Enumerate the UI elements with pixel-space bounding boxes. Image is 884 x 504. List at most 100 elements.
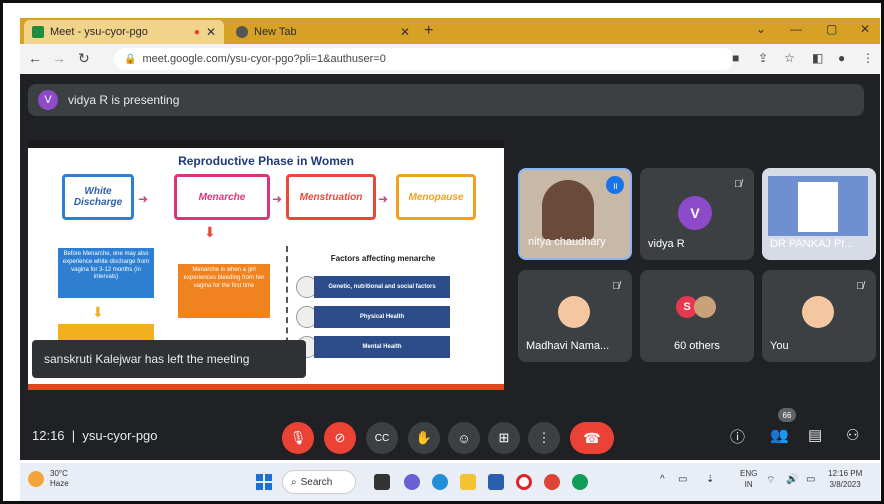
thumbnail-page <box>798 182 838 232</box>
edge-icon[interactable] <box>432 474 448 490</box>
mic-off-icon: 🎙̸ <box>856 280 864 292</box>
participant-name: nitya chaudhary <box>528 236 606 248</box>
participant-count-badge: 66 <box>778 408 796 422</box>
tab-search-icon[interactable]: ⌄ <box>756 22 766 36</box>
note-menarche: Menarche is when a girl experiences blee… <box>178 264 270 318</box>
participant-name: DR PANKAJ PI... <box>770 238 854 250</box>
present-button[interactable]: ⊞ <box>488 422 520 454</box>
close-tab-icon[interactable]: ✕ <box>400 25 410 39</box>
chat-app-icon[interactable] <box>404 474 420 490</box>
system-clock[interactable]: 12:16 PM 3/8/2023 <box>828 469 862 491</box>
speaking-icon: ॥ <box>606 176 624 194</box>
back-icon[interactable]: ← <box>28 50 42 66</box>
tab-new-tab[interactable]: New Tab ✕ <box>228 20 418 44</box>
keyboard-icon[interactable]: ▭ <box>678 474 687 485</box>
phase-white-discharge: White Discharge <box>62 174 134 220</box>
taskbar-search[interactable]: ⌕ Search <box>282 470 356 494</box>
participant-tile[interactable]: ॥ nitya chaudhary <box>518 168 632 260</box>
side-panel-icon[interactable]: ◧ <box>812 51 823 65</box>
input-language[interactable]: ENG IN <box>740 469 757 491</box>
file-explorer-icon[interactable] <box>460 474 476 490</box>
windows-taskbar: 30°C Haze ⌕ Search ^ ▭ ⇣ ENG IN ⌔ 🔊 ▭ 12:1… <box>20 463 880 501</box>
participant-tile[interactable]: S 60 others <box>640 270 754 362</box>
emoji-button[interactable]: ☺ <box>448 422 480 454</box>
new-tab-button[interactable]: + <box>424 22 433 40</box>
end-call-button[interactable]: ☎ <box>570 422 614 454</box>
opera-icon[interactable] <box>516 474 532 490</box>
volume-icon[interactable]: 🔊 <box>786 474 798 485</box>
reload-icon[interactable]: ↻ <box>78 50 90 67</box>
camera-toggle-button[interactable]: ⊘ <box>324 422 356 454</box>
participant-tile[interactable]: DR PANKAJ PI... <box>762 168 876 260</box>
lock-icon: 🔒 <box>124 53 137 65</box>
tab-title: Meet - ysu-cyor-pgo <box>50 26 148 38</box>
phase-menarche: Menarche <box>174 174 270 220</box>
raise-hand-button[interactable]: ✋ <box>408 422 440 454</box>
phase-menstruation: Menstruation <box>286 174 376 220</box>
camera-icon[interactable]: ■ <box>732 51 739 65</box>
factors-title: Factors affecting menarche <box>330 254 436 263</box>
phase-menopause: Menopause <box>396 174 476 220</box>
left-meeting-toast: sanskruti Kalejwar has left the meeting <box>32 340 306 378</box>
tab-title: New Tab <box>254 26 297 38</box>
participant-tile[interactable]: 🎙̸ You <box>762 270 876 362</box>
search-icon: ⌕ <box>291 476 297 488</box>
recording-dot-icon: ● <box>193 26 200 38</box>
participant-name: vidya R <box>648 238 685 250</box>
weather-temp: 30°C <box>50 469 68 478</box>
chrome-icon <box>236 26 248 38</box>
factor-genetic: Genetic, nutritional and social factors <box>314 276 450 298</box>
battery-icon[interactable]: ▭ <box>806 474 815 485</box>
chrome-icon[interactable] <box>572 474 588 490</box>
people-icon[interactable]: 👥 <box>770 426 789 444</box>
meeting-code: ysu-cyor-pgo <box>82 428 158 443</box>
browser-tab-bar: Meet - ysu-cyor-pgo ● ✕ New Tab ✕ + ⌄ — … <box>20 18 880 44</box>
participant-tile[interactable]: 🎙̸ Madhavi Nama... <box>518 270 632 362</box>
activities-icon[interactable]: ⚇ <box>846 426 859 444</box>
participant-tile[interactable]: 🎙̸ V vidya R <box>640 168 754 260</box>
avatar: V <box>678 196 712 230</box>
network-icon[interactable]: ⌔ <box>766 474 775 487</box>
slide-title: Reproductive Phase in Women <box>178 154 354 168</box>
video-feed <box>542 180 594 240</box>
url-field[interactable]: 🔒 meet.google.com/ysu-cyor-pgo?pli=1&aut… <box>114 48 734 70</box>
meet-window: V vidya R is presenting Reproductive Pha… <box>20 74 880 460</box>
participant-name: Madhavi Nama... <box>526 340 610 352</box>
start-button[interactable] <box>256 474 272 490</box>
forward-icon[interactable]: → <box>52 50 66 66</box>
maximize-icon[interactable]: ▢ <box>826 22 837 36</box>
mic-off-icon: 🎙̸ <box>734 178 742 190</box>
factor-mental: Mental Health <box>314 336 450 358</box>
presenter-avatar: V <box>38 90 58 110</box>
note-before-menarche: Before Menarche, one may also experience… <box>58 248 154 298</box>
more-options-button[interactable]: ⋮ <box>528 422 560 454</box>
sun-icon <box>28 471 44 488</box>
meet-icon <box>32 26 44 38</box>
chrome-icon[interactable] <box>544 474 560 490</box>
usb-icon[interactable]: ⇣ <box>706 474 714 485</box>
search-label: Search <box>300 476 333 488</box>
tab-meet[interactable]: Meet - ysu-cyor-pgo ● ✕ <box>24 20 224 44</box>
minimize-icon[interactable]: — <box>790 22 802 36</box>
presenting-text: vidya R is presenting <box>68 93 180 107</box>
share-icon[interactable]: ⇪ <box>758 51 768 65</box>
chat-icon[interactable]: ▤ <box>808 426 822 444</box>
info-icon[interactable]: ⓘ <box>730 426 745 447</box>
weather-widget[interactable]: 30°C Haze <box>28 469 69 490</box>
menu-kebab-icon[interactable]: ⋮ <box>862 51 874 65</box>
participant-name: You <box>770 340 789 352</box>
close-tab-icon[interactable]: ✕ <box>206 25 216 39</box>
captions-button[interactable]: CC <box>366 422 398 454</box>
factor-physical: Physical Health <box>314 306 450 328</box>
slide-footer-bar <box>28 384 504 390</box>
mic-toggle-button[interactable]: 🎙 <box>282 422 314 454</box>
task-view-icon[interactable] <box>374 474 390 490</box>
avatar <box>558 296 590 328</box>
address-bar-row: ← → ↻ 🔒 meet.google.com/ysu-cyor-pgo?pli… <box>20 44 880 75</box>
window-close-icon[interactable]: ✕ <box>860 22 870 36</box>
store-icon[interactable] <box>488 474 504 490</box>
profile-avatar-icon[interactable]: ● <box>838 51 845 65</box>
slide-header-bar <box>28 140 504 148</box>
show-hidden-icons[interactable]: ^ <box>660 474 665 485</box>
bookmark-star-icon[interactable]: ☆ <box>784 51 795 65</box>
